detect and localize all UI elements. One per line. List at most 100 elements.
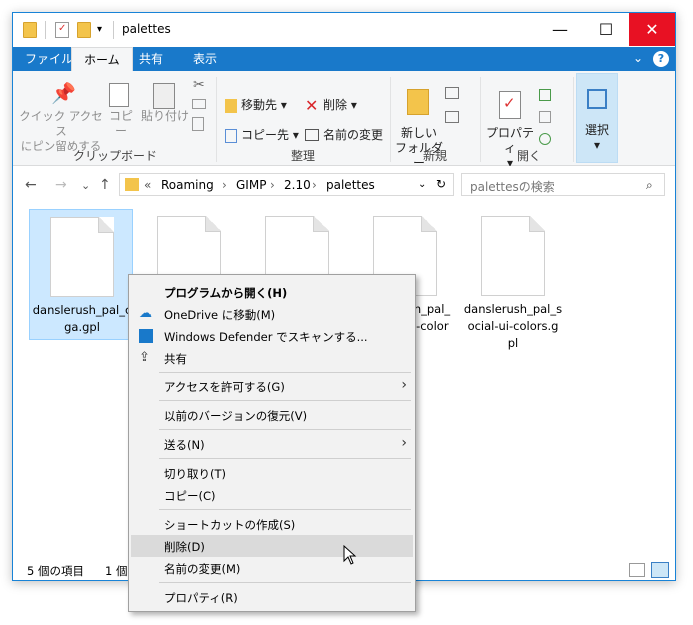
new-item-icon[interactable]: [445, 87, 459, 99]
search-box[interactable]: palettesの検索 ⌕: [461, 173, 665, 196]
breadcrumb-separator: ›: [270, 178, 275, 192]
details-view-icon[interactable]: [629, 563, 645, 577]
submenu-arrow-icon: ›: [401, 435, 407, 451]
address-dropdown-icon[interactable]: ⌄: [418, 179, 426, 190]
divider: [45, 21, 46, 39]
menu-item-delete[interactable]: 削除(D): [131, 535, 413, 557]
properties-quick-icon[interactable]: ✓: [55, 22, 69, 38]
minimize-button[interactable]: —: [537, 13, 583, 46]
breadcrumb-palettes[interactable]: palettes: [326, 178, 375, 192]
menu-item-label: アクセスを許可する(G): [164, 380, 285, 394]
menu-item-cut[interactable]: 切り取り(T): [131, 462, 413, 484]
forward-arrow-icon[interactable]: →: [55, 177, 67, 193]
tab-view[interactable]: 表示: [181, 47, 229, 71]
divider: [390, 77, 391, 162]
breadcrumb-roaming[interactable]: Roaming: [161, 178, 214, 192]
open-group-label: 開く: [516, 149, 541, 163]
chevron-down-icon[interactable]: ⌄: [633, 51, 643, 65]
pin-icon: 📌: [51, 81, 76, 105]
shield-icon: [139, 329, 153, 343]
clipboard-group-label: クリップボード: [72, 149, 157, 163]
help-icon[interactable]: ?: [653, 51, 669, 67]
menu-item-create-shortcut[interactable]: ショートカットの作成(S): [131, 513, 413, 535]
refresh-icon[interactable]: ↻: [436, 177, 446, 191]
menu-item-label: 切り取り(T): [164, 467, 226, 481]
breadcrumb-separator: ›: [222, 178, 227, 192]
rename-button[interactable]: 名前の変更: [323, 128, 383, 143]
menu-separator: [159, 400, 411, 401]
edit-icon[interactable]: [539, 111, 551, 123]
chevron-down-icon[interactable]: ▾: [97, 24, 102, 35]
menu-item-defender-scan[interactable]: Windows Defender でスキャンする...: [131, 325, 413, 347]
history-icon[interactable]: [539, 133, 551, 145]
menu-item-onedrive[interactable]: ☁ OneDrive に移動(M): [131, 303, 413, 325]
folder-icon: [23, 22, 37, 38]
tab-share[interactable]: 共有: [127, 47, 175, 71]
delete-button[interactable]: 削除 ▾: [323, 98, 357, 113]
divider: [113, 21, 114, 39]
item-count: 5 個の項目: [27, 564, 84, 578]
menu-item-label: 削除(D): [164, 540, 205, 554]
select-icon: [587, 89, 607, 109]
file-icon: [481, 216, 545, 296]
address-field[interactable]: « Roaming › GIMP › 2.10 › palettes ⌄ ↻: [119, 173, 454, 196]
ribbon-tabs: ファイル ホーム 共有 表示 ⌄ ?: [13, 47, 675, 71]
menu-item-give-access[interactable]: アクセスを許可する(G) ›: [131, 375, 413, 397]
breadcrumb-overflow[interactable]: «: [144, 178, 151, 192]
window-title: palettes: [122, 22, 171, 36]
menu-item-properties[interactable]: プロパティ(R): [131, 586, 413, 608]
menu-item-send-to[interactable]: 送る(N) ›: [131, 433, 413, 455]
menu-item-label: ショートカットの作成(S): [164, 518, 296, 532]
menu-separator: [159, 429, 411, 430]
easy-access-icon[interactable]: [445, 111, 459, 123]
back-arrow-icon[interactable]: ←: [25, 177, 37, 193]
up-arrow-icon[interactable]: ↑: [99, 177, 111, 193]
select-label: 選択: [584, 123, 609, 137]
open-icon[interactable]: [539, 89, 551, 101]
breadcrumb-version[interactable]: 2.10: [284, 178, 311, 192]
breadcrumb-gimp[interactable]: GIMP: [236, 178, 266, 192]
maximize-button[interactable]: ☐: [583, 13, 629, 46]
submenu-arrow-icon: ›: [401, 377, 407, 393]
properties-icon: ✓: [499, 91, 521, 119]
delete-label: 削除: [323, 98, 348, 112]
cloud-icon: ☁: [139, 306, 152, 321]
file-name: danslerush_pal_c ga.gpl: [32, 303, 132, 334]
delete-icon: ✕: [305, 96, 319, 115]
file-item[interactable]: danslerush_pal_c ga.gpl: [29, 209, 133, 340]
menu-item-share[interactable]: ⇪ 共有: [131, 347, 413, 369]
copy-to-label: コピー先: [241, 128, 290, 142]
menu-item-label: プロパティ(R): [164, 591, 238, 605]
new-folder-quick-icon[interactable]: [77, 22, 91, 38]
close-button[interactable]: ✕: [629, 13, 675, 46]
breadcrumb-separator: ›: [312, 178, 317, 192]
menu-item-copy[interactable]: コピー(C): [131, 484, 413, 506]
copy-path-icon[interactable]: [192, 99, 206, 109]
file-item[interactable]: danslerush_pal_s ocial-ui-colors.g pl: [461, 209, 565, 359]
cut-icon[interactable]: ✂: [193, 77, 205, 93]
recent-chevron-icon[interactable]: ⌄: [81, 179, 90, 192]
menu-item-label: 以前のバージョンの復元(V): [164, 409, 308, 423]
menu-separator: [159, 458, 411, 459]
menu-item-restore-versions[interactable]: 以前のバージョンの復元(V): [131, 404, 413, 426]
share-icon: ⇪: [139, 350, 150, 365]
paste-shortcut-icon[interactable]: [192, 117, 204, 131]
menu-item-label: OneDrive に移動(M): [164, 308, 276, 322]
menu-item-open-with[interactable]: プログラムから開く(H): [131, 281, 413, 303]
copy-to-button[interactable]: コピー先 ▾: [241, 128, 299, 143]
search-input[interactable]: palettesの検索: [470, 178, 555, 195]
paste-button[interactable]: 貼り付け: [141, 109, 189, 124]
tab-home[interactable]: ホーム: [71, 47, 133, 71]
title-bar: ✓ ▾ palettes — ☐ ✕: [13, 13, 675, 47]
select-button[interactable]: 選択 ▾: [579, 123, 615, 153]
move-to-button[interactable]: 移動先 ▾: [241, 98, 287, 113]
search-icon[interactable]: ⌕: [646, 178, 653, 193]
file-icon: [50, 217, 114, 297]
menu-separator: [159, 582, 411, 583]
menu-item-label: Windows Defender でスキャンする...: [164, 330, 368, 344]
copy-button[interactable]: コピー: [105, 109, 137, 139]
large-icons-view-icon[interactable]: [651, 562, 669, 578]
context-menu: プログラムから開く(H) ☁ OneDrive に移動(M) Windows D…: [128, 274, 416, 612]
copy-icon: [109, 83, 129, 107]
menu-item-rename[interactable]: 名前の変更(M): [131, 557, 413, 579]
